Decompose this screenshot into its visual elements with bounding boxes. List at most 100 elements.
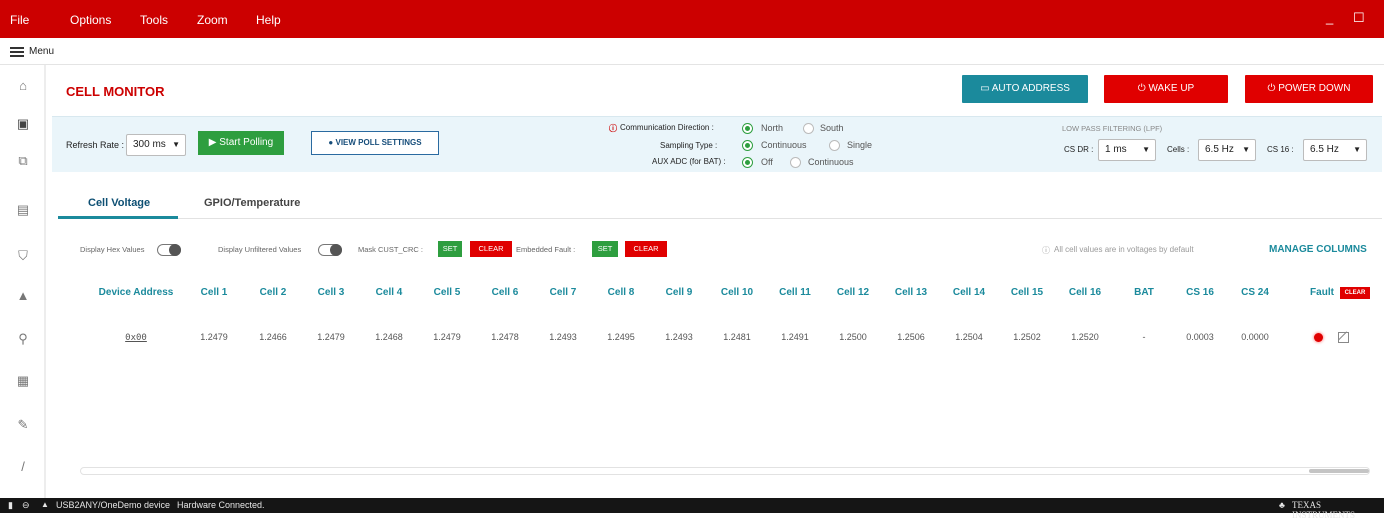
scrollbar-thumb[interactable] (1309, 469, 1369, 473)
embedded-fault-label: Embedded Fault : (516, 245, 576, 254)
pencil-icon[interactable]: / (0, 459, 46, 474)
horizontal-scrollbar[interactable] (80, 467, 1370, 475)
col-cell-1: Cell 1 (200, 287, 228, 298)
edit-icon[interactable] (1338, 332, 1349, 343)
table-cell: 0.0003 (1186, 332, 1214, 342)
col-device-address: Device Address (98, 287, 174, 298)
ti-logo-icon: ♣ (1279, 500, 1285, 510)
col-fault: Fault (1310, 287, 1334, 298)
device-address-cell: 0x00 (92, 332, 180, 343)
warning-icon[interactable]: ▲ (0, 288, 46, 303)
chevron-down-icon: ▼ (1353, 145, 1361, 154)
device-icon[interactable]: ▤ (0, 202, 46, 218)
cells-lpf-value: 6.5 Hz (1205, 144, 1234, 155)
wrench-icon[interactable]: ✎ (0, 417, 46, 433)
menu-file[interactable]: File (10, 13, 29, 27)
col-cell-5: Cell 5 (433, 287, 461, 298)
menu-zoom[interactable]: Zoom (197, 13, 228, 27)
maximize-button[interactable]: ☐ (1353, 10, 1365, 26)
col-cell-11: Cell 11 (779, 287, 811, 298)
chip-icon[interactable]: ▣ (0, 116, 46, 132)
col-cell-10: Cell 10 (720, 287, 754, 298)
usb-icon: ▮ (8, 500, 13, 510)
play-icon: ▶ (208, 137, 220, 148)
table-cell: 1.2481 (723, 332, 751, 342)
menu-bar: File Options Tools Zoom Help _ ☐ (0, 0, 1384, 38)
sensor-icon[interactable]: ⚲ (0, 331, 46, 347)
cs-dr-select[interactable]: 1 ms ▼ (1098, 139, 1156, 161)
table-cell: 1.2504 (955, 332, 983, 342)
menu-options[interactable]: Options (70, 13, 111, 27)
refresh-rate-value: 300 ms (133, 139, 166, 150)
table-cell: 0.0000 (1241, 332, 1269, 342)
table-cell: 1.2500 (839, 332, 867, 342)
tab-gpio-temperature[interactable]: GPIO/Temperature (204, 197, 300, 209)
cs16-lpf-select[interactable]: 6.5 Hz ▼ (1303, 139, 1367, 161)
fault-indicator-icon (1314, 333, 1323, 342)
alert-icon: ⓘ (609, 124, 617, 133)
hamburger-icon[interactable] (10, 47, 24, 57)
tab-cell-voltage[interactable]: Cell Voltage (88, 197, 150, 209)
radio-single-sampling[interactable] (829, 140, 840, 151)
mask-set-button[interactable]: SET (438, 241, 462, 257)
menu-toggle-label[interactable]: Menu (29, 46, 54, 57)
report-icon[interactable]: ▦ (0, 373, 46, 389)
shield-icon[interactable]: ⛉ (0, 248, 46, 264)
info-icon: ⓘ (1042, 246, 1050, 255)
chevron-up-icon[interactable]: ▲ (41, 500, 49, 509)
fault-clear-button[interactable]: CLEAR (1340, 287, 1370, 299)
tab-bar: Cell Voltage GPIO/Temperature (58, 185, 1382, 219)
view-poll-settings-button[interactable]: ● VIEW POLL SETTINGS (311, 131, 439, 155)
col-cell-2: Cell 2 (259, 287, 287, 298)
refresh-rate-select[interactable]: 300 ms ▼ (126, 134, 186, 156)
start-polling-button[interactable]: ▶ Start Polling (198, 131, 284, 155)
wake-up-label: WAKE UP (1148, 83, 1195, 94)
radio-aux-off[interactable] (742, 157, 753, 168)
col-cell-3: Cell 3 (317, 287, 345, 298)
connection-status-text: Hardware Connected. (177, 500, 265, 510)
radio-continuous-sampling[interactable] (742, 140, 753, 151)
wake-up-button[interactable]: ⏻ WAKE UP (1104, 75, 1228, 103)
display-unfiltered-toggle[interactable] (318, 244, 342, 256)
chevron-down-icon: ▼ (1142, 145, 1150, 154)
sidebar-rail: ⌂ ▣ ⧉ ▤ ⛉ ▲ ⚲ ▦ ✎ / (0, 65, 46, 498)
id-card-icon: ▭ (980, 83, 992, 94)
settings-band: Refresh Rate : 300 ms ▼ ▶ Start Polling … (52, 116, 1382, 172)
start-polling-label: Start Polling (219, 137, 274, 148)
mask-clear-button[interactable]: CLEAR (470, 241, 512, 257)
embedded-fault-set-button[interactable]: SET (592, 241, 618, 257)
table-cell: 1.2520 (1071, 332, 1099, 342)
manage-columns-button[interactable]: MANAGE COLUMNS (1269, 244, 1367, 255)
col-cell-14: Cell 14 (952, 287, 986, 298)
radio-south[interactable] (803, 123, 814, 134)
radio-continuous-sampling-label: Continuous (761, 140, 807, 150)
power-icon: ⏻ (1137, 83, 1149, 94)
mask-cust-crc-label: Mask CUST_CRC : (358, 245, 424, 254)
power-icon: ⏻ (1267, 83, 1279, 94)
cs16-lpf-label: CS 16 : (1267, 145, 1294, 154)
cells-lpf-select[interactable]: 6.5 Hz ▼ (1198, 139, 1256, 161)
cells-lpf-label: Cells : (1167, 145, 1190, 154)
radio-aux-continuous[interactable] (790, 157, 801, 168)
power-down-button[interactable]: ⏻ POWER DOWN (1245, 75, 1373, 103)
panel-header: CELL MONITOR ▭ AUTO ADDRESS ⏻ WAKE UP ⏻ … (52, 70, 1382, 114)
radio-north[interactable] (742, 123, 753, 134)
network-icon[interactable]: ⧉ (0, 153, 46, 169)
menu-help[interactable]: Help (256, 13, 281, 27)
col-cell-15: Cell 15 (1010, 287, 1044, 298)
menu-tools[interactable]: Tools (140, 13, 168, 27)
status-bar: ▮ ⊖ ▲ USB2ANY/OneDemo device Hardware Co… (0, 498, 1384, 520)
col-bat: BAT (1134, 287, 1154, 298)
minimize-button[interactable]: _ (1326, 10, 1333, 25)
auto-address-label: AUTO ADDRESS (991, 83, 1070, 94)
embedded-fault-clear-button[interactable]: CLEAR (625, 241, 667, 257)
display-unfiltered-label: Display Unfiltered Values (218, 245, 302, 254)
display-hex-toggle[interactable] (157, 244, 181, 256)
display-hex-label: Display Hex Values (80, 245, 145, 254)
cell-monitor-panel: CELL MONITOR ▭ AUTO ADDRESS ⏻ WAKE UP ⏻ … (52, 70, 1382, 482)
auto-address-button[interactable]: ▭ AUTO ADDRESS (962, 75, 1088, 103)
lpf-title: LOW PASS FILTERING (LPF) (1062, 124, 1163, 133)
col-cell-9: Cell 9 (665, 287, 693, 298)
device-address-link[interactable]: 0x00 (125, 333, 147, 343)
home-icon[interactable]: ⌂ (0, 78, 46, 93)
